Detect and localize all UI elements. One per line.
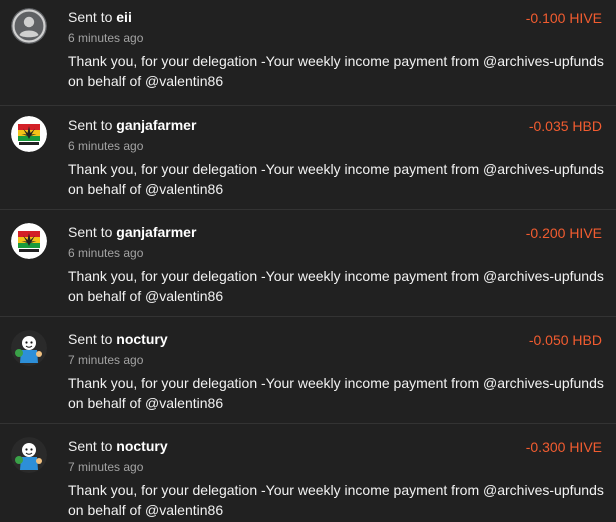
default-user-icon[interactable] — [11, 8, 47, 44]
transaction-memo: Thank you, for your delegation -Your wee… — [68, 268, 604, 304]
cartoon-character-avatar[interactable] — [11, 330, 47, 366]
transaction-memo: Thank you, for your delegation -Your wee… — [68, 161, 604, 197]
transaction-title: Sent to ganjafarmer — [68, 223, 196, 241]
transaction-title: Sent to eii — [68, 8, 132, 26]
recipient-link[interactable]: ganjafarmer — [116, 117, 196, 133]
sent-to-label: Sent to — [68, 117, 113, 133]
timestamp: 6 minutes ago — [68, 139, 144, 153]
transaction-list: Sent to eii 6 minutes ago Thank you, for… — [0, 0, 616, 522]
transaction-memo: Thank you, for your delegation -Your wee… — [68, 375, 604, 411]
recipient-link[interactable]: noctury — [116, 438, 167, 454]
ganja-farmer-logo[interactable] — [11, 223, 47, 259]
transaction-amount: -0.200 HIVE — [525, 225, 602, 241]
cartoon-character-avatar[interactable] — [11, 437, 47, 473]
sent-to-label: Sent to — [68, 9, 113, 25]
timestamp: 6 minutes ago — [68, 31, 144, 45]
timestamp: 7 minutes ago — [68, 353, 144, 367]
transaction-title: Sent to ganjafarmer — [68, 116, 196, 134]
ganja-farmer-logo[interactable] — [11, 116, 47, 152]
transaction-title: Sent to noctury — [68, 437, 168, 455]
timestamp: 7 minutes ago — [68, 460, 144, 474]
transaction-item: Sent to noctury 7 minutes ago Thank you,… — [0, 318, 616, 424]
transaction-item: Sent to ganjafarmer 6 minutes ago Thank … — [0, 211, 616, 317]
transaction-memo: Thank you, for your delegation -Your wee… — [68, 53, 604, 89]
transaction-item: Sent to eii 6 minutes ago Thank you, for… — [0, 0, 616, 106]
transaction-memo: Thank you, for your delegation -Your wee… — [68, 482, 604, 518]
sent-to-label: Sent to — [68, 438, 113, 454]
transaction-item: Sent to ganjafarmer 6 minutes ago Thank … — [0, 104, 616, 210]
sent-to-label: Sent to — [68, 224, 113, 240]
recipient-link[interactable]: noctury — [116, 331, 167, 347]
transaction-amount: -0.300 HIVE — [525, 439, 602, 455]
transaction-amount: -0.050 HBD — [528, 332, 602, 348]
timestamp: 6 minutes ago — [68, 246, 144, 260]
transaction-amount: -0.100 HIVE — [525, 10, 602, 26]
recipient-link[interactable]: eii — [116, 9, 132, 25]
transaction-item: Sent to noctury 7 minutes ago Thank you,… — [0, 425, 616, 522]
recipient-link[interactable]: ganjafarmer — [116, 224, 196, 240]
transaction-title: Sent to noctury — [68, 330, 168, 348]
transaction-amount: -0.035 HBD — [528, 118, 602, 134]
sent-to-label: Sent to — [68, 331, 113, 347]
